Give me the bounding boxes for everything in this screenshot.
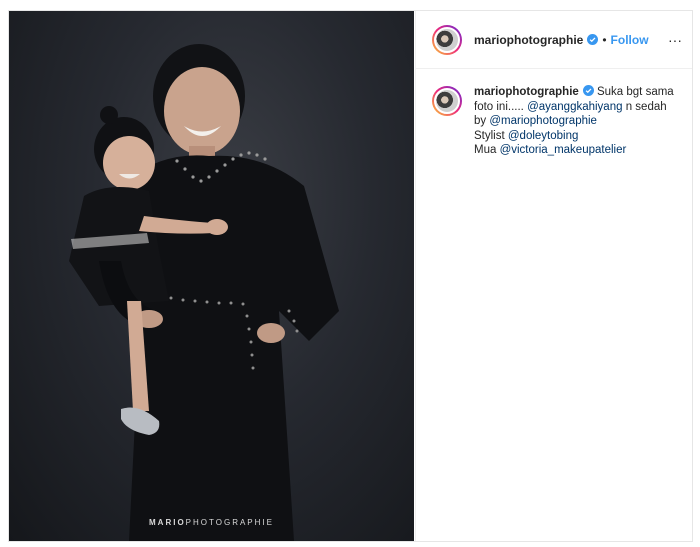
caption-username[interactable]: mariophotographie	[474, 86, 579, 98]
photo-illustration	[69, 44, 339, 541]
separator-dot: •	[602, 32, 607, 47]
post-photo[interactable]: MARIOPHOTOGRAPHIE	[9, 11, 414, 541]
caption-stylist-line: Stylist @doleytobing	[474, 129, 579, 142]
mention-link[interactable]: @ayanggkahiyang	[527, 101, 622, 113]
mention-link[interactable]: @victoria_makeupatelier	[500, 144, 627, 156]
post-header: mariophotographie • Follow ···	[416, 11, 692, 69]
instagram-post: MARIOPHOTOGRAPHIE mariophotographie • Fo…	[8, 10, 693, 542]
caption: mariophotographie Suka bgt sama foto ini…	[416, 69, 692, 158]
header-username[interactable]: mariophotographie	[474, 33, 583, 47]
verified-badge-icon	[582, 85, 594, 96]
verified-badge-icon	[587, 34, 599, 45]
caption-mua-line: Mua @victoria_makeupatelier	[474, 144, 627, 156]
follow-button[interactable]: Follow	[611, 33, 649, 47]
mention-link[interactable]: @doleytobing	[508, 130, 579, 142]
photo-watermark: MARIOPHOTOGRAPHIE	[149, 518, 274, 527]
more-options-icon[interactable]: ···	[668, 33, 682, 47]
post-sidebar: mariophotographie • Follow ··· mariophot…	[415, 11, 692, 541]
avatar[interactable]	[432, 24, 462, 55]
caption-text: mariophotographie Suka bgt sama foto ini…	[474, 85, 680, 158]
caption-avatar[interactable]	[432, 86, 462, 116]
mention-link[interactable]: @mariophotographie	[489, 115, 597, 127]
